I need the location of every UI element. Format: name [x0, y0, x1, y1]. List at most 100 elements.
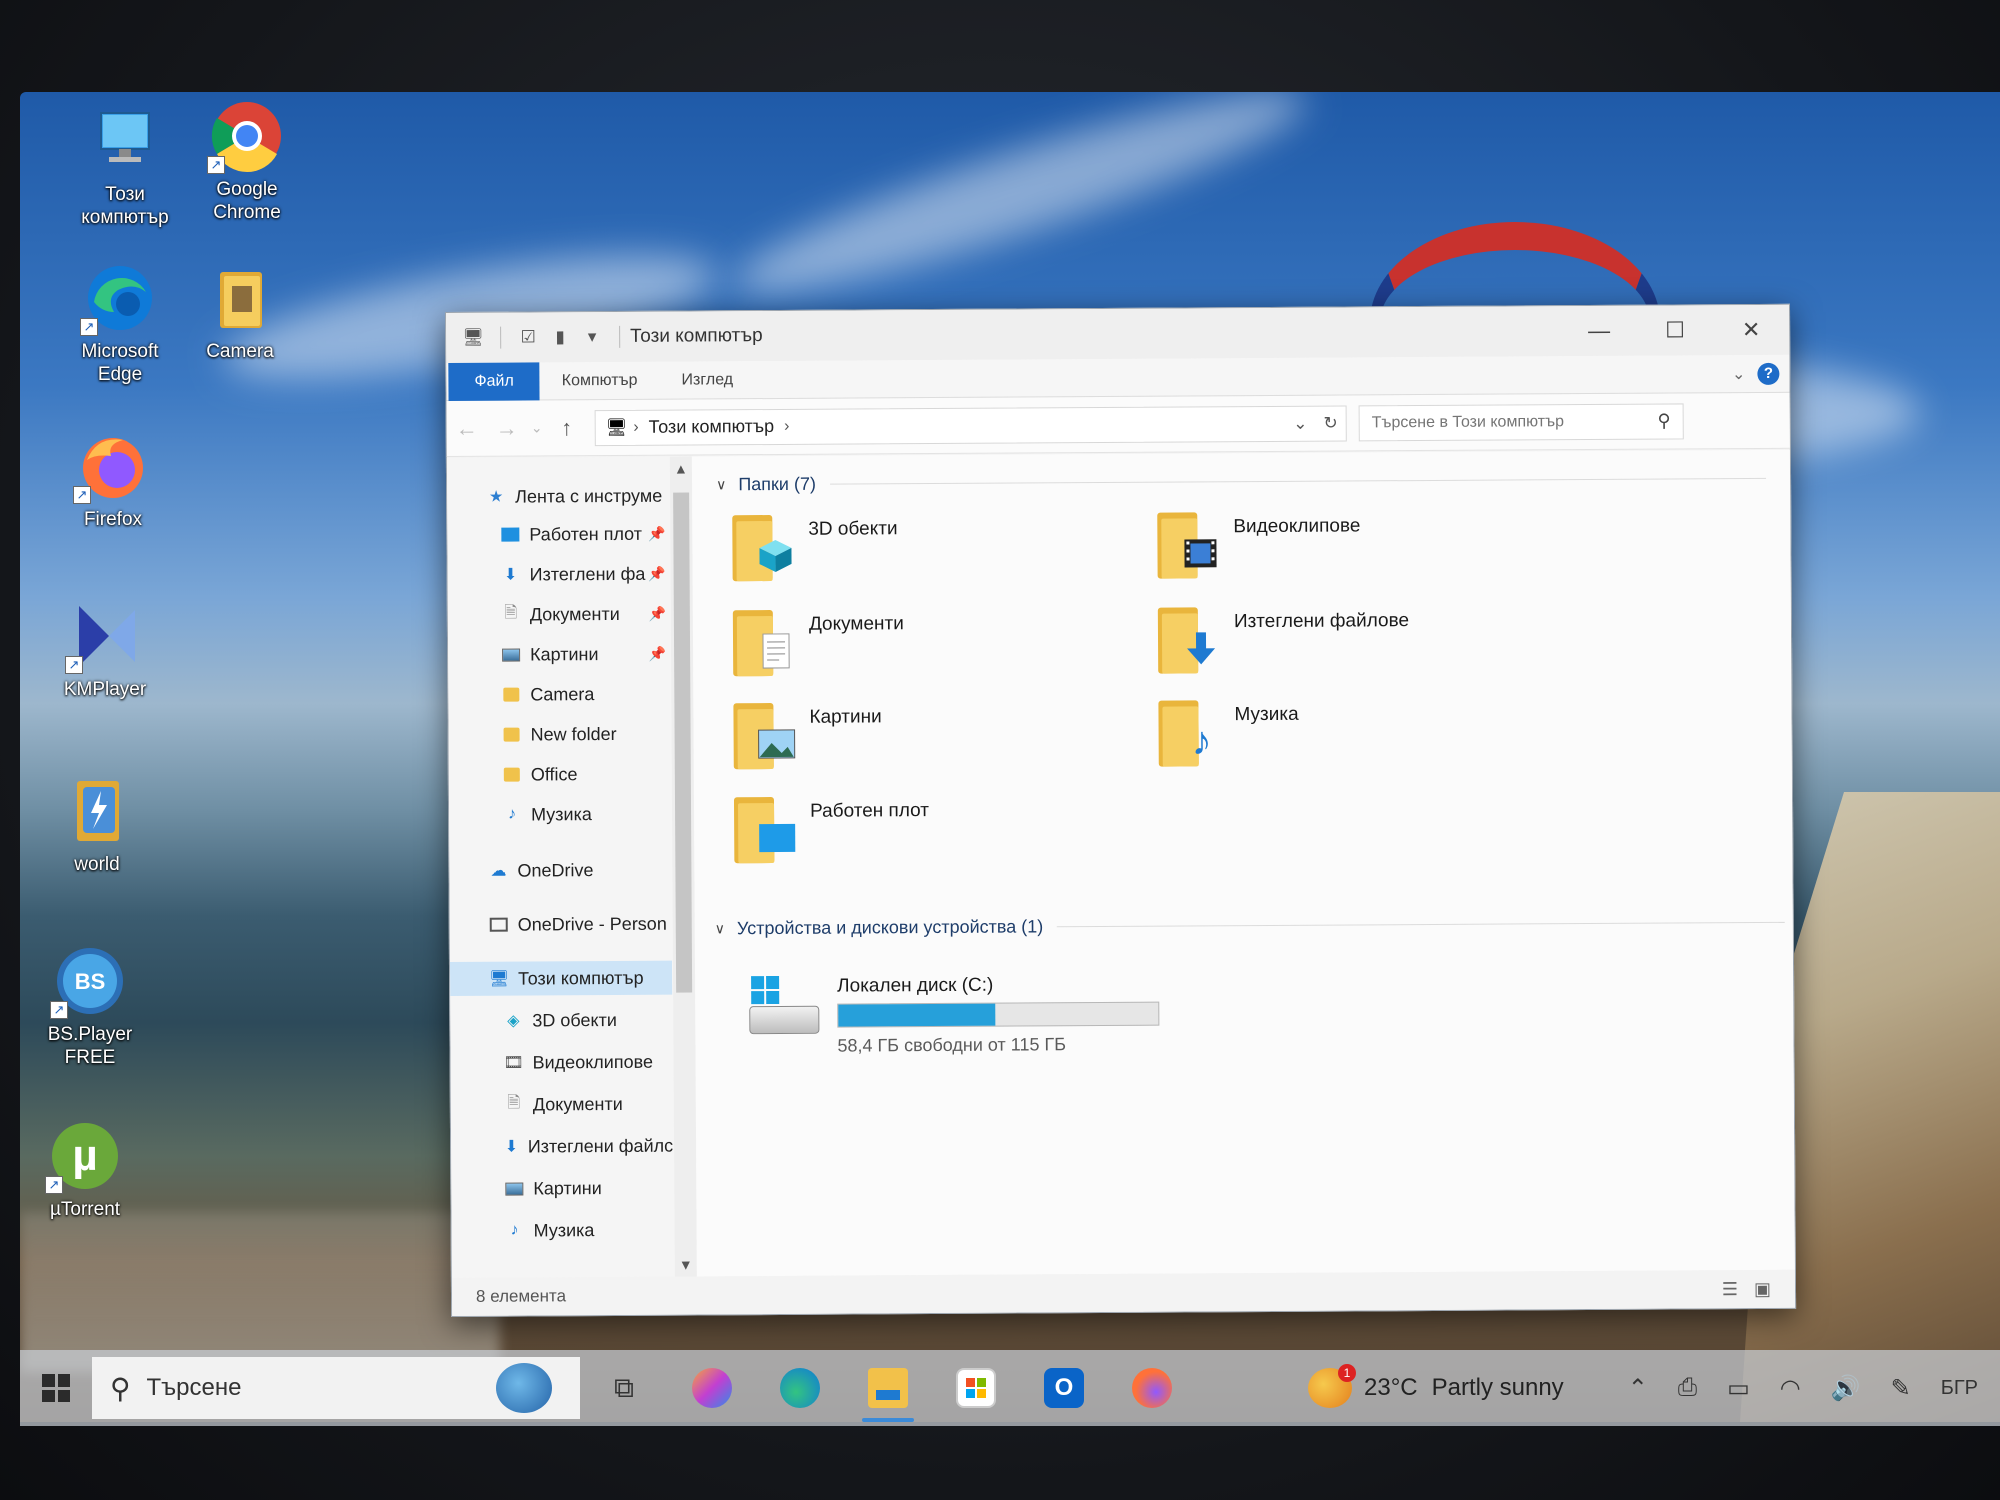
scroll-down-icon[interactable]: ▼ [675, 1256, 697, 1273]
devices-group-header[interactable]: ∨ Устройства и дискови устройства (1) [715, 912, 1785, 940]
breadcrumb-chevron-icon[interactable]: › [784, 417, 789, 435]
nav-onedrive[interactable]: ☁ OneDrive [449, 853, 671, 888]
folder-3d-objects[interactable]: 3D обекти [732, 510, 898, 582]
film-icon [1181, 534, 1219, 572]
folder-downloads[interactable]: Изтеглени файлове [1157, 602, 1410, 674]
pen-icon[interactable]: ✎ [1891, 1374, 1911, 1403]
tab-view[interactable]: Изглед [659, 361, 755, 400]
window-title: Този компютър [630, 325, 763, 347]
battery-icon[interactable]: ▭ [1727, 1374, 1750, 1403]
document-icon: 🗎 [504, 604, 518, 622]
desktop-icon-kmplayer[interactable]: ↗ KMPlayer [50, 600, 160, 701]
folder-desktop[interactable]: Работен плот [733, 792, 929, 864]
pin-icon[interactable]: 📌 [648, 565, 666, 582]
tab-file[interactable]: Файл [448, 361, 540, 401]
search-icon: ⚲ [110, 1372, 131, 1404]
desktop-icon-world[interactable]: world [42, 775, 152, 876]
tab-computer[interactable]: Компютър [540, 361, 660, 400]
nav-this-pc-videos[interactable]: 🎞 Видеоклипове [450, 1045, 672, 1080]
nav-onedrive-personal[interactable]: OneDrive - Person [450, 907, 672, 942]
nav-this-pc-documents[interactable]: 🗎 Документи [451, 1087, 673, 1122]
close-button[interactable]: ✕ [1713, 305, 1789, 355]
folder-documents[interactable]: Документи [732, 605, 904, 677]
pin-icon[interactable]: 📌 [648, 605, 666, 622]
desktop-icon-bsplayer[interactable]: BS ↗ BS.Player FREE [35, 945, 145, 1069]
task-view-button[interactable]: ⧉ [580, 1350, 668, 1426]
nav-item-new-folder[interactable]: New folder [448, 717, 670, 752]
minimize-button[interactable]: — [1561, 306, 1637, 356]
nav-item-desktop[interactable]: Работен плот 📌 [447, 517, 669, 552]
desktop-icon-camera-folder[interactable]: Camera [185, 262, 295, 363]
desktop-icon-this-pc[interactable]: Този компютър [70, 105, 180, 229]
taskbar-store[interactable] [932, 1350, 1020, 1426]
help-icon[interactable]: ? [1757, 362, 1780, 385]
details-view-icon[interactable]: ☰ [1722, 1279, 1738, 1300]
refresh-icon[interactable]: ↻ [1323, 413, 1337, 433]
meet-now-icon[interactable]: ⎙ [1678, 1374, 1697, 1402]
properties-icon[interactable]: ☑ [517, 326, 539, 348]
desktop-icon-edge[interactable]: ↗ Microsoft Edge [65, 262, 175, 386]
taskbar-edge[interactable] [756, 1350, 844, 1426]
folder-pictures[interactable]: Картини [733, 698, 882, 770]
new-folder-icon[interactable]: ▮ [549, 326, 571, 348]
collapse-chevron-icon[interactable]: ∨ [716, 476, 726, 493]
forward-arrow-icon[interactable]: → [487, 415, 527, 441]
content-pane[interactable]: ∨ Папки (7) 3D обекти Видеоклипове Докум… [691, 449, 1795, 1277]
file-explorer-window[interactable]: 🖥 ☑ ▮ ▾ Този компютър — ☐ ✕ Файл Компютъ… [445, 303, 1797, 1317]
expand-ribbon-chevron-icon[interactable]: ⌄ [1732, 364, 1746, 384]
pin-icon[interactable]: 📌 [649, 645, 667, 662]
wifi-icon[interactable]: ◠ [1780, 1374, 1801, 1403]
folder-icon [1157, 603, 1222, 674]
search-input[interactable] [1371, 412, 1632, 432]
nav-this-pc-pictures[interactable]: Картини [451, 1171, 673, 1206]
address-history-chevron-icon[interactable]: ⌄ [1293, 413, 1307, 433]
nav-item-office[interactable]: Office [449, 757, 671, 792]
nav-this-pc-3d[interactable]: ◈ 3D обекти [450, 1003, 672, 1038]
customize-toolbar-icon[interactable]: ▾ [581, 326, 603, 348]
nav-label: New folder [530, 723, 617, 744]
back-arrow-icon[interactable]: ← [447, 415, 487, 441]
drive-free-space: 58,4 ГБ свободни от 115 ГБ [837, 1034, 1067, 1056]
taskbar-search[interactable]: ⚲ Търсене [92, 1357, 580, 1419]
this-pc-small-icon: 🖥 [605, 417, 628, 437]
folder-videos[interactable]: Видеоклипове [1157, 507, 1360, 579]
large-icons-view-icon[interactable]: ▣ [1754, 1278, 1771, 1299]
breadcrumb-chevron-icon[interactable]: › [633, 418, 638, 436]
navigation-pane[interactable]: ★ Лента с инструме Работен плот 📌 ⬇ Изте… [446, 456, 697, 1278]
search-box[interactable]: ⚲ [1358, 402, 1684, 441]
recent-locations-chevron-icon[interactable]: ⌄ [527, 419, 547, 436]
desktop-icon-firefox[interactable]: ↗ Firefox [58, 430, 168, 531]
nav-item-camera[interactable]: Camera [448, 677, 670, 712]
taskbar-firefox[interactable] [1108, 1350, 1196, 1426]
taskbar-file-explorer[interactable] [844, 1350, 932, 1426]
title-bar[interactable]: 🖥 ☑ ▮ ▾ Този компютър — ☐ ✕ [446, 304, 1790, 363]
scroll-thumb[interactable] [673, 492, 693, 993]
breadcrumb-this-pc[interactable]: Този компютър [649, 416, 775, 438]
up-arrow-icon[interactable]: ↑ [547, 415, 587, 441]
taskbar-copilot[interactable] [668, 1350, 756, 1426]
nav-item-downloads[interactable]: ⬇ Изтеглени фа 📌 [448, 557, 670, 592]
desktop-icon-chrome[interactable]: ↗ Google Chrome [192, 100, 302, 224]
nav-this-pc[interactable]: 🖥 Този компютър [449, 960, 673, 996]
nav-this-pc-music[interactable]: ♪ Музика [452, 1213, 674, 1248]
weather-widget[interactable]: 1 23°C Partly sunny [1308, 1364, 1564, 1408]
taskbar-outlook[interactable]: O [1020, 1350, 1108, 1426]
maximize-button[interactable]: ☐ [1637, 305, 1713, 355]
nav-item-music[interactable]: ♪ Музика [449, 797, 671, 832]
folder-music[interactable]: ♪ Музика [1158, 696, 1299, 767]
collapse-chevron-icon[interactable]: ∨ [715, 920, 725, 937]
scroll-up-icon[interactable]: ▲ [670, 460, 692, 477]
volume-icon[interactable]: 🔊 [1831, 1374, 1861, 1403]
show-hidden-icons-chevron-icon[interactable]: ⌃ [1628, 1374, 1648, 1403]
nav-item-documents[interactable]: 🗎 Документи 📌 [448, 597, 670, 632]
nav-this-pc-downloads[interactable]: ⬇ Изтеглени файлс [451, 1129, 673, 1164]
language-indicator[interactable]: БГР [1941, 1377, 1978, 1400]
nav-quick-access[interactable]: ★ Лента с инструме [447, 479, 669, 514]
start-button[interactable] [20, 1374, 92, 1402]
desktop-icon-utorrent[interactable]: µ ↗ µTorrent [30, 1120, 140, 1221]
address-bar[interactable]: 🖥 › Този компютър › ⌄ ↻ [594, 404, 1347, 446]
pin-icon[interactable]: 📌 [648, 525, 666, 542]
folders-group-header[interactable]: ∨ Папки (7) [716, 468, 1767, 495]
drive-local-c[interactable]: Локален диск (C:) 58,4 ГБ свободни от 11… [745, 974, 1160, 1058]
nav-item-pictures[interactable]: Картини 📌 [448, 637, 670, 672]
